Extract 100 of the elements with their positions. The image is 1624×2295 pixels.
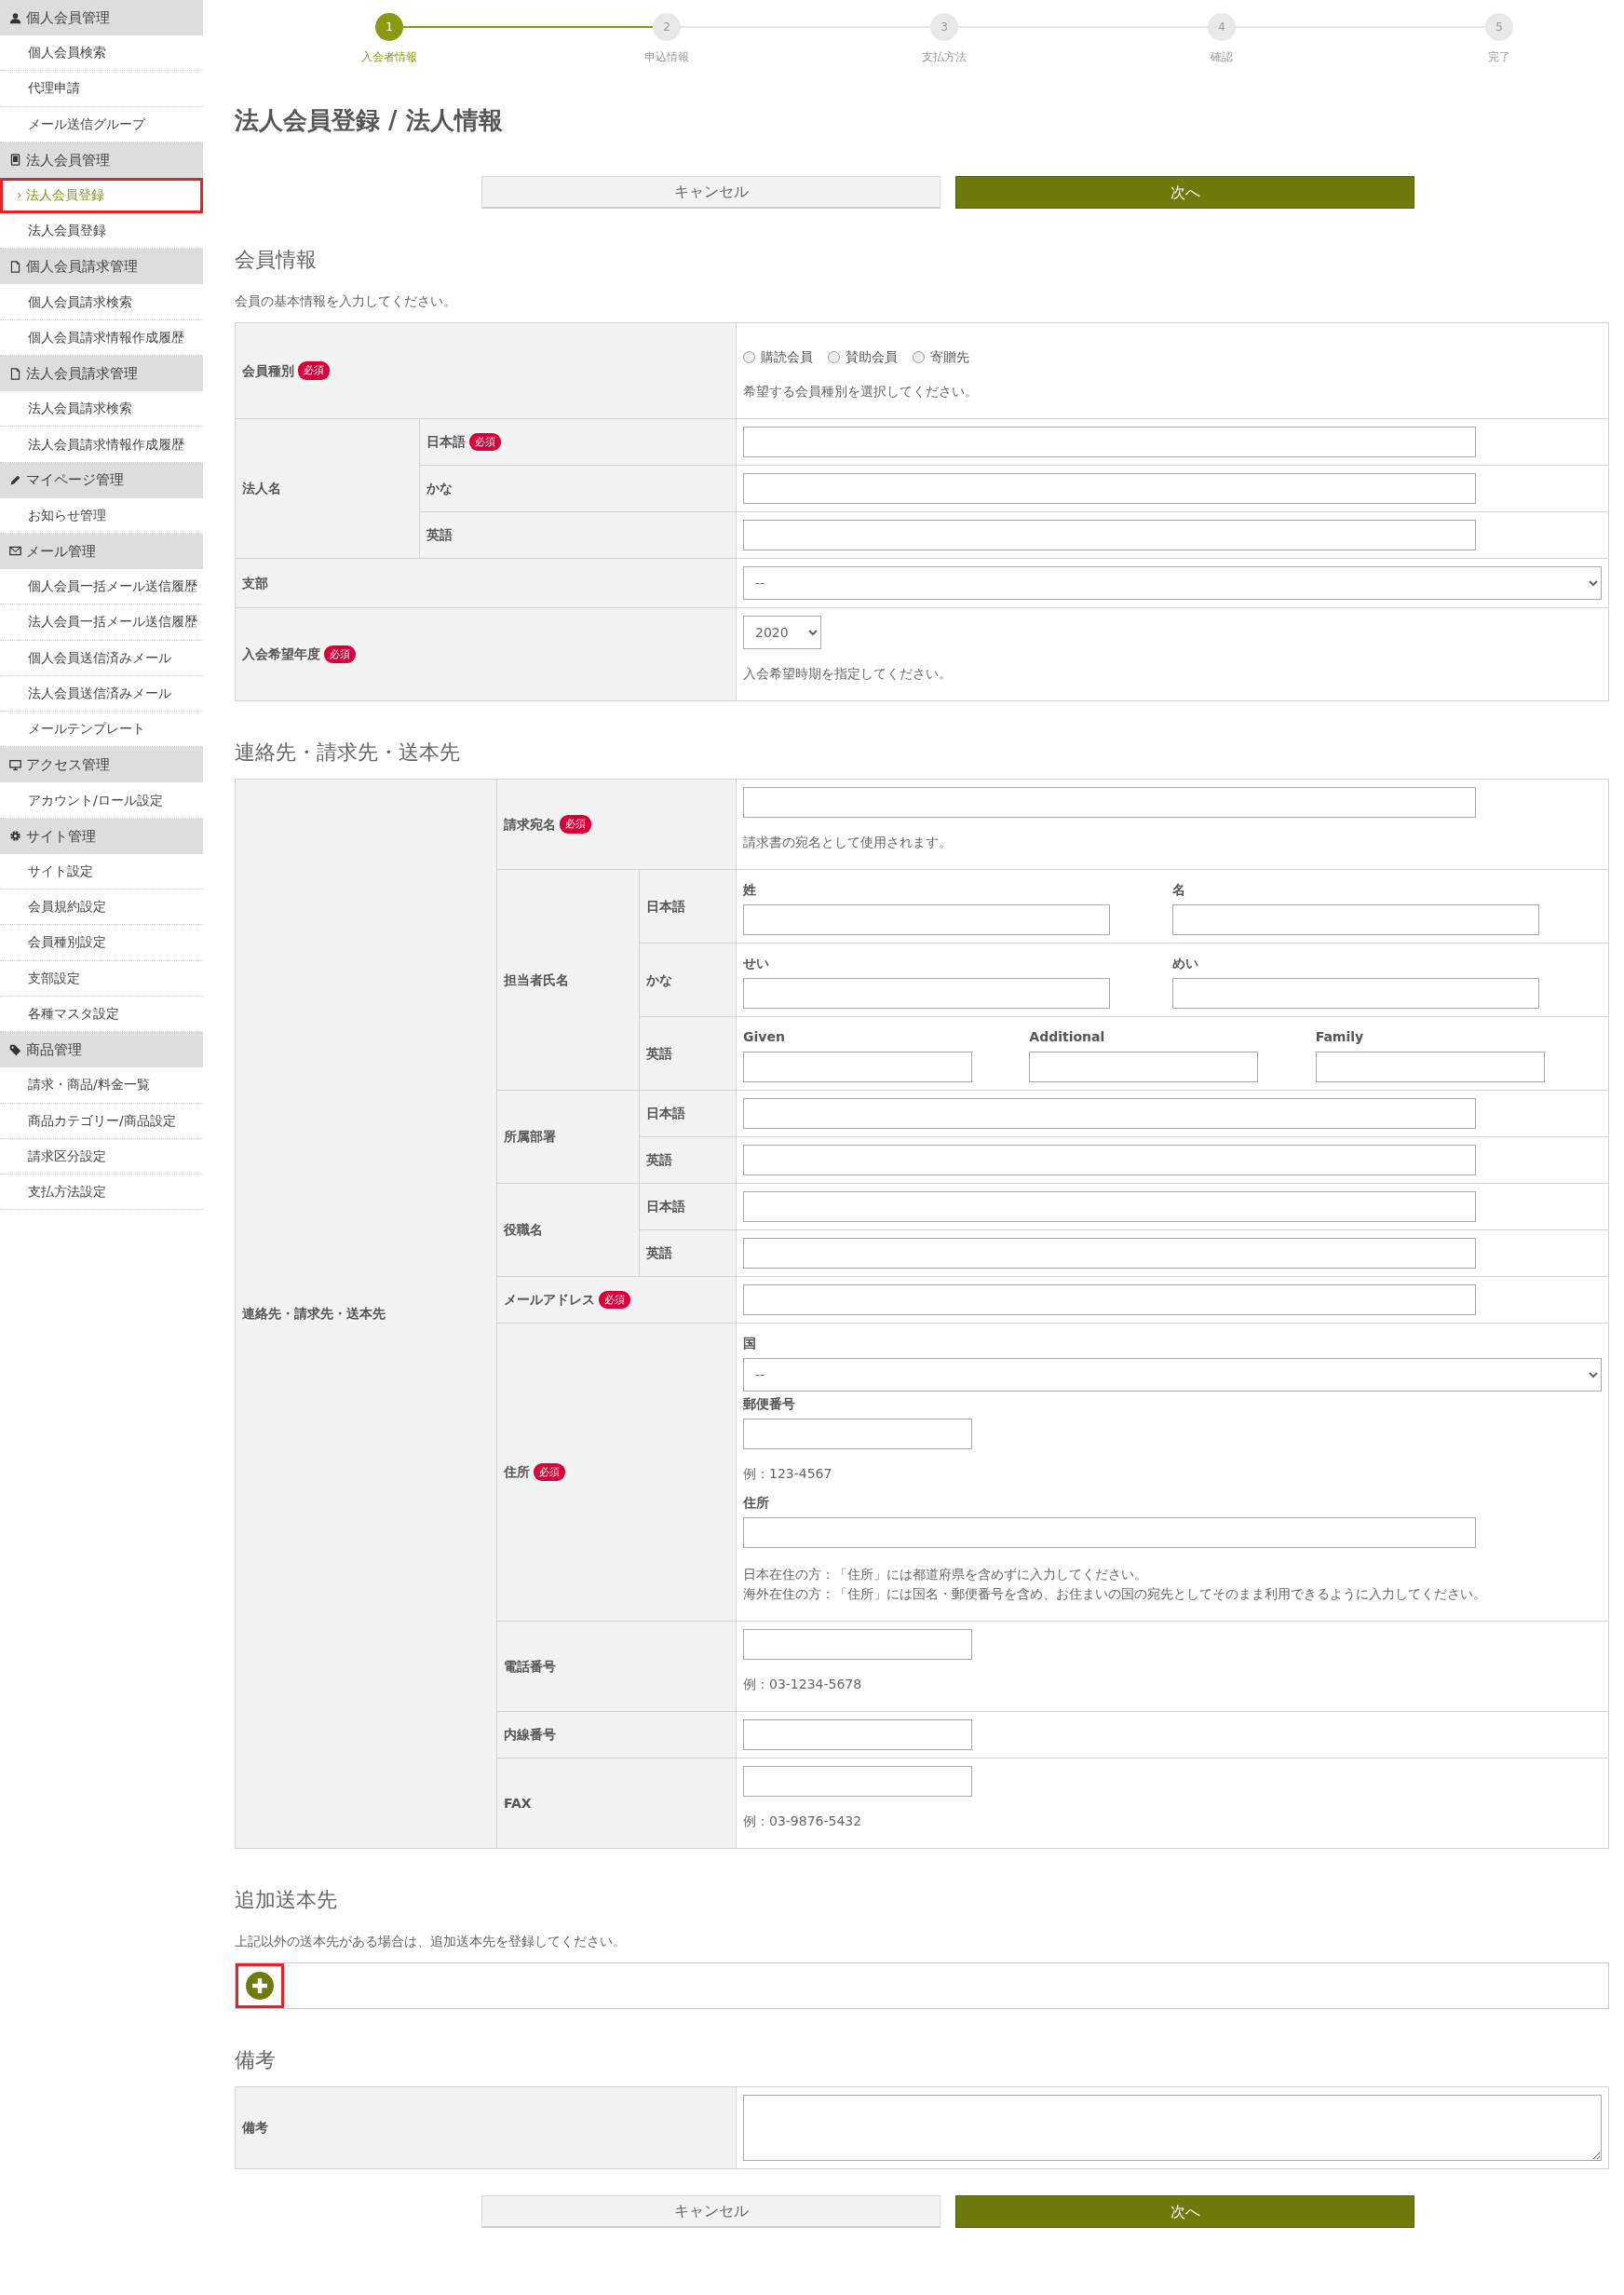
text-input[interactable]	[743, 473, 1476, 504]
sidebar-item[interactable]: 支部設定	[0, 960, 203, 997]
field-label: 入会希望年度	[242, 645, 320, 663]
help-text: 希望する会員種別を選択してください。	[743, 383, 979, 401]
section-description: 上記以外の送本先がある場合は、追加送本先を登録してください。	[235, 1933, 627, 1950]
help-text: 請求書の宛名として使用されます。	[743, 834, 953, 851]
field-label: かな	[646, 971, 672, 989]
text-input[interactable]	[743, 1145, 1476, 1175]
sidebar-item[interactable]: 商品カテゴリー/商品設定	[0, 1103, 203, 1139]
sidebar-item[interactable]: 個人会員請求検索	[0, 284, 203, 320]
sidebar-item[interactable]: 請求・商品/料金一覧	[0, 1067, 203, 1104]
field-label: 国	[743, 1335, 757, 1352]
radio-button[interactable]	[743, 351, 755, 363]
field-label: 担当者氏名	[504, 971, 569, 989]
radio-button[interactable]	[828, 351, 840, 363]
text-input[interactable]	[743, 1238, 1476, 1269]
add-button[interactable]	[236, 1963, 284, 2008]
dropdown[interactable]: 2020	[743, 616, 821, 649]
field-label: 連絡先・請求先・送本先	[242, 1305, 386, 1323]
sidebar-item[interactable]: 請求区分設定	[0, 1138, 203, 1175]
radio-label: 寄贈先	[930, 348, 969, 366]
document-icon	[9, 261, 21, 273]
text-input[interactable]	[743, 787, 1476, 818]
text-input[interactable]	[743, 978, 1110, 1009]
dropdown[interactable]: --	[743, 1358, 1602, 1392]
pencil-icon	[9, 474, 21, 487]
field-label: FAX	[504, 1794, 532, 1813]
field-label: 住所	[504, 1463, 530, 1481]
person-icon	[9, 11, 21, 24]
text-input[interactable]	[1172, 978, 1539, 1009]
next-button[interactable]: 次へ	[955, 2195, 1414, 2228]
field-label: 英語	[646, 1151, 672, 1169]
text-input[interactable]	[743, 427, 1476, 457]
text-input[interactable]	[743, 520, 1476, 550]
text-input[interactable]	[743, 1284, 1476, 1315]
required-badge: 必須	[469, 432, 501, 452]
sidebar-item[interactable]: サイト設定	[0, 853, 203, 890]
sidebar-item[interactable]: お知らせ管理	[0, 497, 203, 534]
field-label: 所属部署	[504, 1128, 556, 1146]
monitor-icon	[9, 758, 21, 771]
sidebar-item[interactable]: メール送信グループ	[0, 106, 203, 143]
sidebar-item[interactable]: 個人会員一括メール送信履歴	[0, 568, 203, 605]
step-circle: 3	[930, 13, 958, 41]
field-label: 備考	[242, 2119, 268, 2137]
field-label: 住所	[743, 1494, 770, 1512]
radio-label: 賛助会員	[846, 348, 898, 366]
plus-icon	[245, 1971, 275, 2001]
text-input[interactable]	[743, 1517, 1476, 1548]
section-heading: 会員情報	[235, 247, 318, 273]
step-circle: 1	[375, 13, 403, 41]
required-badge: 必須	[298, 361, 330, 380]
required-badge: 必須	[599, 1290, 630, 1310]
sidebar-item[interactable]: アカウント/ロール設定	[0, 782, 203, 819]
step-circle: 4	[1208, 13, 1236, 41]
help-text: 例：03-9876-5432	[743, 1813, 863, 1830]
tag-icon	[9, 1043, 21, 1056]
field-label: 電話番号	[504, 1657, 556, 1676]
step-label: 完了	[1488, 49, 1510, 65]
cancel-button[interactable]: キャンセル	[481, 176, 941, 209]
sidebar-item[interactable]: 会員種別設定	[0, 925, 203, 961]
step-circle: 5	[1485, 13, 1513, 41]
sidebar-item[interactable]: 法人会員一括メール送信履歴	[0, 604, 203, 641]
text-input[interactable]	[743, 1629, 972, 1660]
field-label: 法人名	[242, 480, 281, 497]
step-label: 確認	[1211, 49, 1233, 65]
sidebar-section-title: 個人会員管理	[26, 7, 110, 28]
text-input[interactable]	[743, 1052, 972, 1082]
field-label: メールアドレス	[504, 1291, 595, 1309]
text-input[interactable]	[743, 1766, 972, 1797]
sidebar-section-title: 法人会員請求管理	[26, 363, 138, 384]
field-label: 名	[1172, 881, 1186, 899]
text-input[interactable]	[743, 1191, 1476, 1222]
next-button[interactable]: 次へ	[955, 176, 1414, 209]
sidebar-item[interactable]: 会員規約設定	[0, 889, 203, 926]
text-input[interactable]	[743, 1098, 1476, 1129]
radio-button[interactable]	[913, 351, 925, 363]
sidebar-item[interactable]: 個人会員検索	[0, 35, 203, 72]
sidebar-section-title: 商品管理	[26, 1040, 82, 1060]
envelope-icon	[9, 545, 21, 558]
sidebar-item[interactable]: 法人会員請求検索	[0, 391, 203, 428]
text-input[interactable]	[1315, 1052, 1545, 1082]
sidebar-item[interactable]: 法人会員送信済みメール	[0, 675, 203, 713]
help-text: 例：123-4567	[743, 1465, 833, 1483]
text-input[interactable]	[743, 1419, 972, 1449]
section-heading: 連絡先・請求先・送本先	[235, 740, 461, 766]
text-input[interactable]	[743, 1719, 972, 1750]
text-input[interactable]	[1172, 904, 1539, 935]
sidebar-item[interactable]: 個人会員送信済みメール	[0, 640, 203, 676]
section-heading: 備考	[235, 2047, 277, 2073]
sidebar-section-title: マイページ管理	[26, 470, 124, 491]
sidebar-item[interactable]: 代理申請	[0, 71, 203, 107]
field-label: かな	[426, 480, 453, 497]
text-area[interactable]	[743, 2095, 1602, 2161]
sidebar-item[interactable]: 支払方法設定	[0, 1175, 203, 1211]
text-input[interactable]	[1029, 1052, 1259, 1082]
cancel-button[interactable]: キャンセル	[481, 2195, 941, 2228]
dropdown[interactable]: --	[743, 566, 1602, 600]
text-input[interactable]	[743, 904, 1110, 935]
sidebar-item[interactable]: 法人会員請求情報作成履歴	[0, 427, 203, 463]
field-label: Additional	[1029, 1028, 1106, 1046]
